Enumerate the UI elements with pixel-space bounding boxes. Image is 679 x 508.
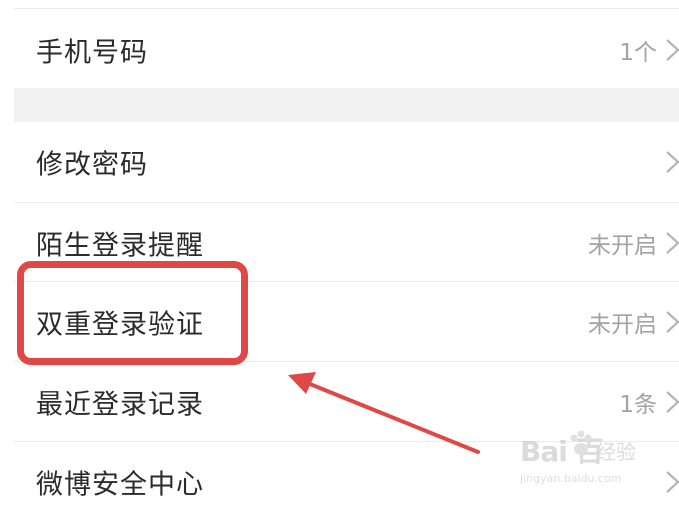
watermark-suffix: 经验 [596,440,636,464]
highlight-box [17,261,248,365]
row-label: 手机号码 [36,37,148,69]
watermark-url: jingyan.baidu.com [520,472,622,485]
row-value: 1条 [619,392,657,418]
chevron-right-icon [666,232,679,254]
chevron-right-icon [666,311,679,333]
row-value: 未开启 [588,233,657,259]
paw-icon [570,430,592,455]
row-label: 陌生登录提醒 [36,230,204,262]
section-gap [14,88,679,122]
row-label: 修改密码 [36,149,148,181]
row-value: 未开启 [588,312,657,338]
row-change-password[interactable]: 修改密码 [14,122,679,202]
chevron-right-icon [666,39,679,61]
row-label: 最近登录记录 [36,389,204,421]
security-settings-page: 手机号码 1个 修改密码 陌生登录提醒 未开启 双重登录验证 未开启 最近登录记… [0,0,679,508]
row-value: 1个 [619,40,657,66]
row-label: 微博安全中心 [36,469,204,501]
top-divider [14,8,679,9]
row-phone-number[interactable]: 手机号码 1个 [14,10,679,90]
baidu-jingyan-watermark: Bai 百 经验 jingyan.baidu.com [520,430,670,500]
chevron-right-icon [666,151,679,173]
chevron-right-icon [666,391,679,413]
